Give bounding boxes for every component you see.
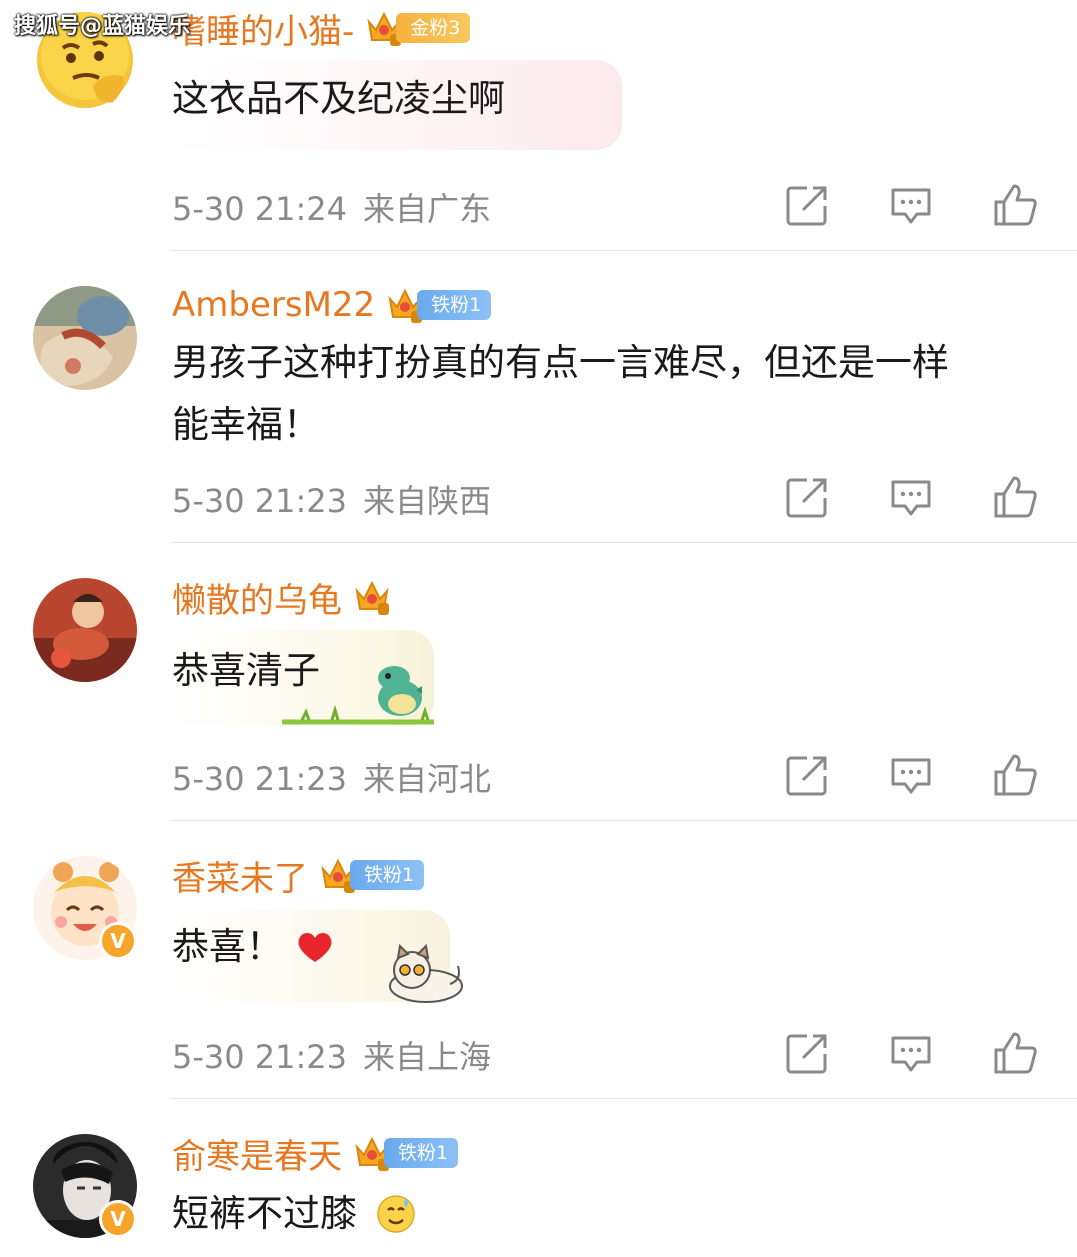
comment-icon[interactable] xyxy=(889,754,933,798)
comment-icon[interactable] xyxy=(889,476,933,520)
crown-icon xyxy=(354,577,390,617)
timestamp: 5-30 21:23 xyxy=(172,482,348,520)
thumbs-up-icon[interactable] xyxy=(992,752,1037,796)
share-icon[interactable] xyxy=(785,476,829,520)
thumbs-up-icon[interactable] xyxy=(992,474,1037,518)
fan-badge: 铁粉1 xyxy=(384,1138,459,1168)
timestamp: 5-30 21:23 xyxy=(172,1038,348,1076)
share-icon[interactable] xyxy=(785,1032,829,1076)
comment-meta: 5-30 21:23 来自上海 xyxy=(172,1032,491,1078)
comment-text: 这衣品不及纪凌尘啊 xyxy=(172,68,505,130)
comment-text-line: 短裤不过膝 xyxy=(172,1192,357,1235)
avatar[interactable] xyxy=(33,578,137,682)
thumbs-up-icon[interactable] xyxy=(992,182,1037,226)
comment-text-line: 能幸福！ xyxy=(172,403,320,446)
comment-text-line: 这衣品不及纪凌尘啊 xyxy=(172,77,505,120)
comment-text: 男孩子这种打扮真的有点一言难尽，但还是一样 能幸福！ xyxy=(172,332,949,456)
verified-v-icon: V xyxy=(99,1200,137,1238)
comment-meta: 5-30 21:23 来自陕西 xyxy=(172,476,491,522)
location: 来自河北 xyxy=(363,760,492,798)
username[interactable]: 俞寒是春天 xyxy=(172,1129,342,1178)
location: 来自上海 xyxy=(363,1038,492,1076)
dinosaur-sticker xyxy=(282,664,434,730)
username[interactable]: 懒散的乌龟 xyxy=(172,573,342,622)
comment-icon[interactable] xyxy=(889,184,933,228)
location: 来自陕西 xyxy=(363,482,492,520)
fan-badge: 铁粉1 xyxy=(417,290,492,320)
timestamp: 5-30 21:24 xyxy=(172,190,348,228)
verified-v-icon: V xyxy=(99,922,137,960)
heart-icon xyxy=(296,930,334,968)
timestamp: 5-30 21:23 xyxy=(172,760,348,798)
fan-badge: 铁粉1 xyxy=(350,860,425,890)
comment-text: 短裤不过膝 xyxy=(172,1183,357,1245)
watermark: 搜狐号@蓝猫娱乐 xyxy=(14,14,191,39)
comment-meta: 5-30 21:23 来自河北 xyxy=(172,754,491,800)
thumbs-up-icon[interactable] xyxy=(992,1030,1037,1074)
comment-text-line: 恭喜！ xyxy=(172,925,283,968)
cat-sticker xyxy=(384,943,466,1008)
location: 来自广东 xyxy=(363,190,492,228)
share-icon[interactable] xyxy=(785,184,829,228)
share-icon[interactable] xyxy=(785,754,829,798)
fan-badge: 金粉3 xyxy=(396,13,471,43)
comment-icon[interactable] xyxy=(889,1032,933,1076)
username[interactable]: AmbersM22 xyxy=(172,285,375,325)
comment-text-line: 男孩子这种打扮真的有点一言难尽，但还是一样 xyxy=(172,341,949,384)
sweat-smile-emoji-icon xyxy=(376,1194,416,1238)
username[interactable]: 嗜睡的小猫- xyxy=(172,4,354,53)
comment-meta: 5-30 21:24 来自广东 xyxy=(172,184,491,230)
comment-text: 恭喜！ xyxy=(172,916,283,978)
username[interactable]: 香菜未了 xyxy=(172,851,308,900)
avatar[interactable] xyxy=(33,286,137,390)
